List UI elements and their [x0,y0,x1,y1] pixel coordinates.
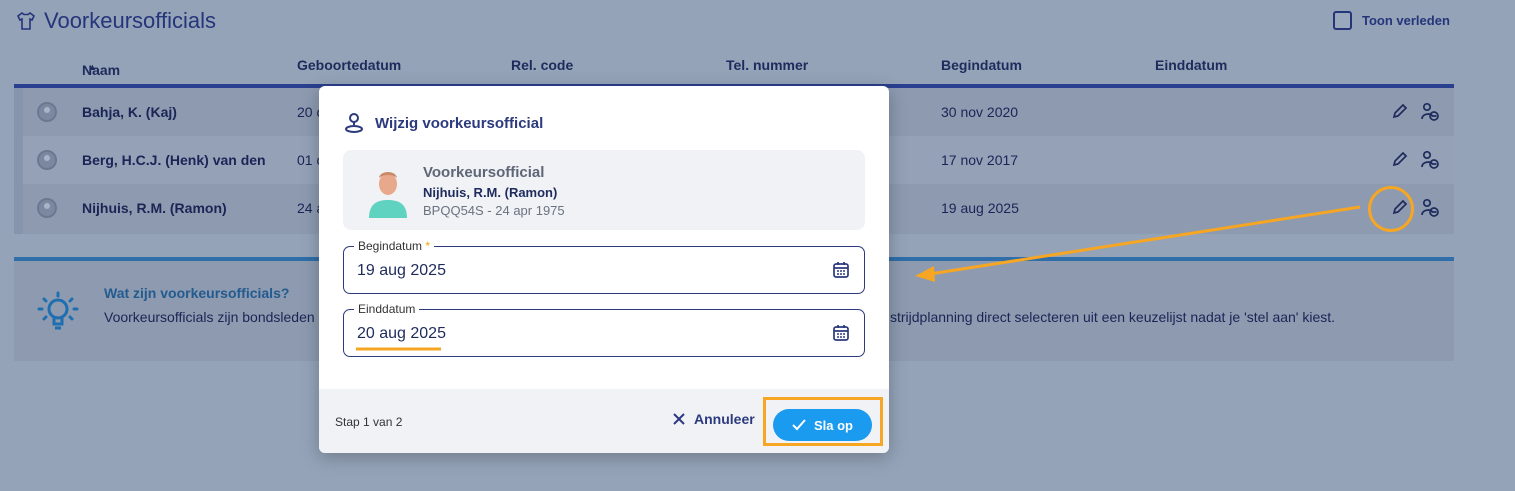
shirt-icon [16,12,36,30]
info-text-left: Voorkeursofficials zijn bondsleden [104,309,315,325]
official-role: Voorkeursofficial [423,164,545,181]
close-icon [673,413,685,425]
calendar-icon[interactable] [832,261,850,279]
column-header-geboortedatum[interactable]: Geboortedatum [297,57,401,73]
info-heading: Wat zijn voorkeursofficials? [104,285,290,301]
edit-official-dialog: Wijzig voorkeursofficial Voorkeursoffici… [319,86,889,453]
pencil-icon[interactable] [1391,198,1409,216]
column-header-rel-code[interactable]: Rel. code [511,57,573,73]
row-begindatum: 19 aug 2025 [941,200,1019,216]
cancel-label: Annuleer [694,411,755,427]
column-header-einddatum[interactable]: Einddatum [1155,57,1227,73]
calendar-icon[interactable] [832,324,850,342]
row-begindatum: 30 nov 2020 [941,104,1019,120]
lightbulb-icon [37,291,79,330]
avatar-icon [37,198,57,218]
avatar-icon [37,102,57,122]
value-underline-annotation [356,347,441,351]
official-name: Nijhuis, R.M. (Ramon) [423,185,558,200]
einddatum-value[interactable]: 20 aug 2025 [357,325,446,343]
toon-verleden-toggle[interactable]: Toon verleden [1333,11,1450,30]
begindatum-label: Begindatum * [354,239,435,253]
dialog-title: Wijzig voorkeursofficial [375,114,544,132]
save-button[interactable]: Sla op [773,409,872,441]
row-name: Nijhuis, R.M. (Ramon) [82,200,227,216]
official-card: Voorkeursofficial Nijhuis, R.M. (Ramon) … [343,150,865,230]
official-photo [365,164,411,218]
official-code-birthdate: BPQQ54S - 24 apr 1975 [423,203,565,218]
column-header-tel-nummer[interactable]: Tel. nummer [726,57,808,73]
row-begindatum: 17 nov 2017 [941,152,1019,168]
dialog-footer: Stap 1 van 2 Annuleer Sla op [319,389,889,453]
person-pin-icon [345,113,363,133]
table-header: Naam ▲ Geboortedatum Rel. code Tel. numme… [14,52,1454,88]
begindatum-value[interactable]: 19 aug 2025 [357,262,446,280]
pencil-icon[interactable] [1391,102,1409,120]
row-name: Berg, H.C.J. (Henk) van den [82,152,266,168]
sort-asc-icon: ▲ [88,62,97,72]
remove-person-icon[interactable] [1419,198,1441,218]
save-label: Sla op [813,417,853,433]
row-name: Bahja, K. (Kaj) [82,104,177,120]
step-indicator: Stap 1 van 2 [335,415,403,429]
toon-verleden-checkbox[interactable] [1333,11,1352,30]
remove-person-icon[interactable] [1419,150,1441,170]
einddatum-label: Einddatum [354,302,420,316]
info-text-right: strijdplanning direct selecteren uit een… [890,309,1336,325]
page-title: Voorkeursofficials [44,8,217,33]
toon-verleden-label: Toon verleden [1362,13,1450,28]
avatar-icon [37,150,57,170]
cancel-button[interactable]: Annuleer [672,411,755,427]
remove-person-icon[interactable] [1419,102,1441,122]
pencil-icon[interactable] [1391,150,1409,168]
dialog-header: Wijzig voorkeursofficial [343,112,543,134]
page-header: Voorkeursofficials [16,8,216,34]
check-icon [792,419,806,431]
begindatum-field[interactable]: Begindatum * 19 aug 2025 [343,239,865,294]
column-header-begindatum[interactable]: Begindatum [941,57,1022,73]
